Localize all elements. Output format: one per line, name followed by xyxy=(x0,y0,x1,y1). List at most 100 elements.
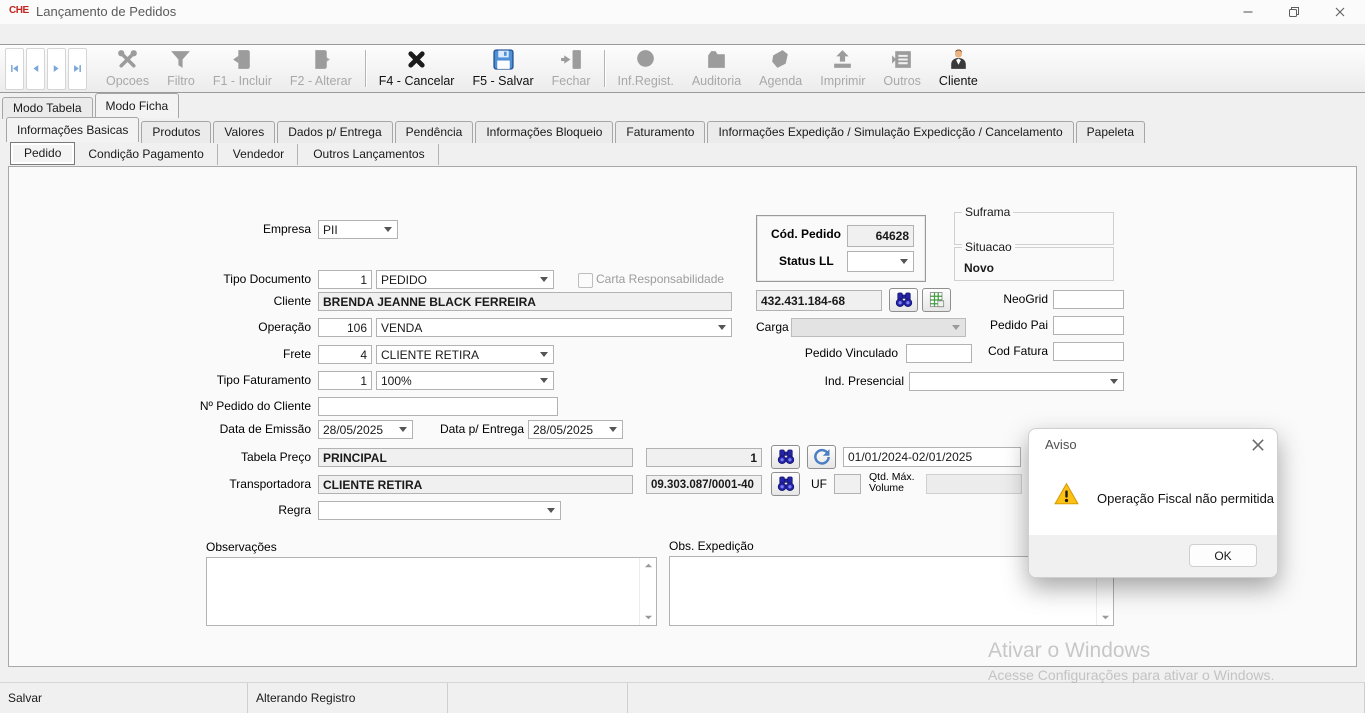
agenda-button[interactable]: Agenda xyxy=(750,45,811,92)
nav-next-button[interactable] xyxy=(47,48,66,90)
tab-pedido[interactable]: Pedido xyxy=(10,142,75,165)
tab-pend-ncia[interactable]: Pendência xyxy=(395,121,474,143)
nav-first-button[interactable] xyxy=(5,48,24,90)
tab-faturamento[interactable]: Faturamento xyxy=(615,121,705,143)
neogrid-label: NeoGrid xyxy=(950,290,1048,309)
dialog-close-button[interactable] xyxy=(1249,436,1267,454)
situacao-label: Situacao xyxy=(962,240,1015,254)
tipo-faturamento-value: 100% xyxy=(381,374,412,388)
scroll-up-icon[interactable] xyxy=(644,561,653,570)
transportadora-search-button[interactable] xyxy=(771,472,800,496)
carga-label: Carga xyxy=(756,318,789,337)
observacoes-textarea[interactable] xyxy=(206,557,657,626)
tab-vendedor[interactable]: Vendedor xyxy=(220,144,298,165)
tab-dados-p-entrega[interactable]: Dados p/ Entrega xyxy=(277,121,392,143)
binoculars-icon xyxy=(894,290,914,310)
tab-outros-lan-amentos[interactable]: Outros Lançamentos xyxy=(300,144,438,165)
empresa-combo[interactable]: PII xyxy=(318,220,398,239)
observacoes-scrollbar[interactable] xyxy=(639,558,656,625)
tab-condi-o-pagamento[interactable]: Condição Pagamento xyxy=(75,144,217,165)
cliente-search-button[interactable] xyxy=(889,288,918,312)
nav-previous-button[interactable] xyxy=(26,48,45,90)
auditoria-button[interactable]: Auditoria xyxy=(683,45,750,92)
imprimir-button[interactable]: Imprimir xyxy=(811,45,874,92)
tab-informa-es-bloqueio[interactable]: Informações Bloqueio xyxy=(475,121,613,143)
tipo-faturamento-combo[interactable]: 100% xyxy=(376,371,554,390)
cod-fatura-field[interactable] xyxy=(1053,342,1124,361)
status-panel-3 xyxy=(628,683,1365,713)
chevron-down-icon xyxy=(384,227,392,232)
frete-combo[interactable]: CLIENTE RETIRA xyxy=(376,345,554,364)
tipo-faturamento-code-field[interactable]: 1 xyxy=(318,371,372,390)
cliente-grid-button[interactable] xyxy=(922,288,951,312)
cliente-cpf-field: 432.431.184-68 xyxy=(756,290,882,311)
frete-code-field[interactable]: 4 xyxy=(318,345,372,364)
operacao-combo[interactable]: VENDA xyxy=(376,318,732,337)
app-logo-icon: CHE xyxy=(9,5,29,16)
app-window: CHE Lançamento de Pedidos OpcoesFiltroF1… xyxy=(0,0,1365,713)
dialog-ok-button[interactable]: OK xyxy=(1189,544,1257,567)
scroll-down-icon[interactable] xyxy=(644,613,653,622)
tabela-preco-refresh-button[interactable] xyxy=(807,445,836,469)
operacao-code-field[interactable]: 106 xyxy=(318,318,372,337)
f1-incluir-button[interactable]: F1 - Incluir xyxy=(204,45,281,92)
tipo-documento-code-field[interactable]: 1 xyxy=(318,270,372,289)
tipo-documento-label: Tipo Documento xyxy=(161,270,311,289)
fechar-button[interactable]: Fechar xyxy=(543,45,600,92)
tab-modo-ficha[interactable]: Modo Ficha xyxy=(95,93,180,118)
cod-pedido-box: Cód. Pedido 64628 Status LL xyxy=(756,215,926,282)
nav-first-icon xyxy=(9,63,20,74)
f2-alterar-button[interactable]: F2 - Alterar xyxy=(281,45,361,92)
close-button[interactable] xyxy=(1317,0,1363,24)
list-icon xyxy=(890,47,915,72)
nav-last-button[interactable] xyxy=(68,48,87,90)
cliente-button[interactable]: Cliente xyxy=(930,45,987,92)
carta-responsabilidade-checkbox[interactable] xyxy=(578,273,593,288)
qtd-max-volume-field xyxy=(926,474,1022,494)
inf-regist-button[interactable]: Inf.Regist. xyxy=(609,45,683,92)
pedido-pai-field[interactable] xyxy=(1053,316,1124,335)
tab-papeleta[interactable]: Papeleta xyxy=(1076,121,1145,143)
status-panel-0: Salvar xyxy=(0,683,248,713)
filtro-button[interactable]: Filtro xyxy=(158,45,204,92)
num-pedido-cliente-label: Nº Pedido do Cliente xyxy=(161,397,311,416)
data-entrega-combo[interactable]: 28/05/2025 xyxy=(528,420,623,439)
ind-presencial-combo[interactable] xyxy=(909,372,1124,391)
transportadora-cnpj-field: 09.303.087/0001-40 xyxy=(646,475,762,494)
opcoes-button[interactable]: Opcoes xyxy=(97,45,158,92)
status-ll-combo[interactable] xyxy=(847,251,914,272)
outros-button[interactable]: Outros xyxy=(874,45,930,92)
restore-button[interactable] xyxy=(1271,0,1317,24)
neogrid-field[interactable] xyxy=(1053,290,1124,309)
situacao-value: Novo xyxy=(964,261,994,275)
observacoes-label: Observações xyxy=(206,538,277,557)
carta-responsabilidade-label: Carta Responsabilidade xyxy=(596,270,724,289)
tab-informa-es-basicas[interactable]: Informações Basicas xyxy=(6,117,139,142)
tab-produtos[interactable]: Produtos xyxy=(141,121,211,143)
f4-cancelar-button[interactable]: F4 - Cancelar xyxy=(370,45,464,92)
scroll-down-icon[interactable] xyxy=(1101,613,1110,622)
num-pedido-cliente-field[interactable] xyxy=(318,397,558,416)
toolbar-button-label: Outros xyxy=(883,74,921,88)
cliente-field: BRENDA JEANNE BLACK FERREIRA xyxy=(318,292,732,311)
sub-tab-bar: PedidoCondição PagamentoVendedorOutros L… xyxy=(10,142,441,165)
tipo-documento-combo[interactable]: PEDIDO xyxy=(376,270,554,289)
tab-informa-es-expedi-o-simula-o-expedic-o-cancelamento[interactable]: Informações Expedição / Simulação Expedi… xyxy=(707,121,1073,143)
toolbar-buttons: OpcoesFiltroF1 - IncluirF2 - Alterar F4 -… xyxy=(97,45,987,92)
binoculars-icon xyxy=(776,474,796,494)
warning-icon xyxy=(1053,481,1080,507)
f5-salvar-button[interactable]: F5 - Salvar xyxy=(463,45,542,92)
regra-combo[interactable] xyxy=(318,501,561,520)
toolbar-separator xyxy=(365,50,366,87)
dialog-message: Operação Fiscal não permitida xyxy=(1097,491,1274,506)
qtd-max-label-line2: Volume xyxy=(869,483,904,494)
pedido-pai-label: Pedido Pai xyxy=(950,316,1048,335)
toolbar-button-label: Agenda xyxy=(759,74,802,88)
tab-modo-tabela[interactable]: Modo Tabela xyxy=(2,97,93,119)
tabela-preco-search-button[interactable] xyxy=(771,445,800,469)
minimize-button[interactable] xyxy=(1225,0,1271,24)
toolbar-button-label: F4 - Cancelar xyxy=(379,74,455,88)
nav-last-icon xyxy=(72,63,83,74)
tab-valores[interactable]: Valores xyxy=(213,121,275,143)
tabela-preco-vigencia-field[interactable]: 01/01/2024-02/01/2025 xyxy=(843,447,1021,467)
